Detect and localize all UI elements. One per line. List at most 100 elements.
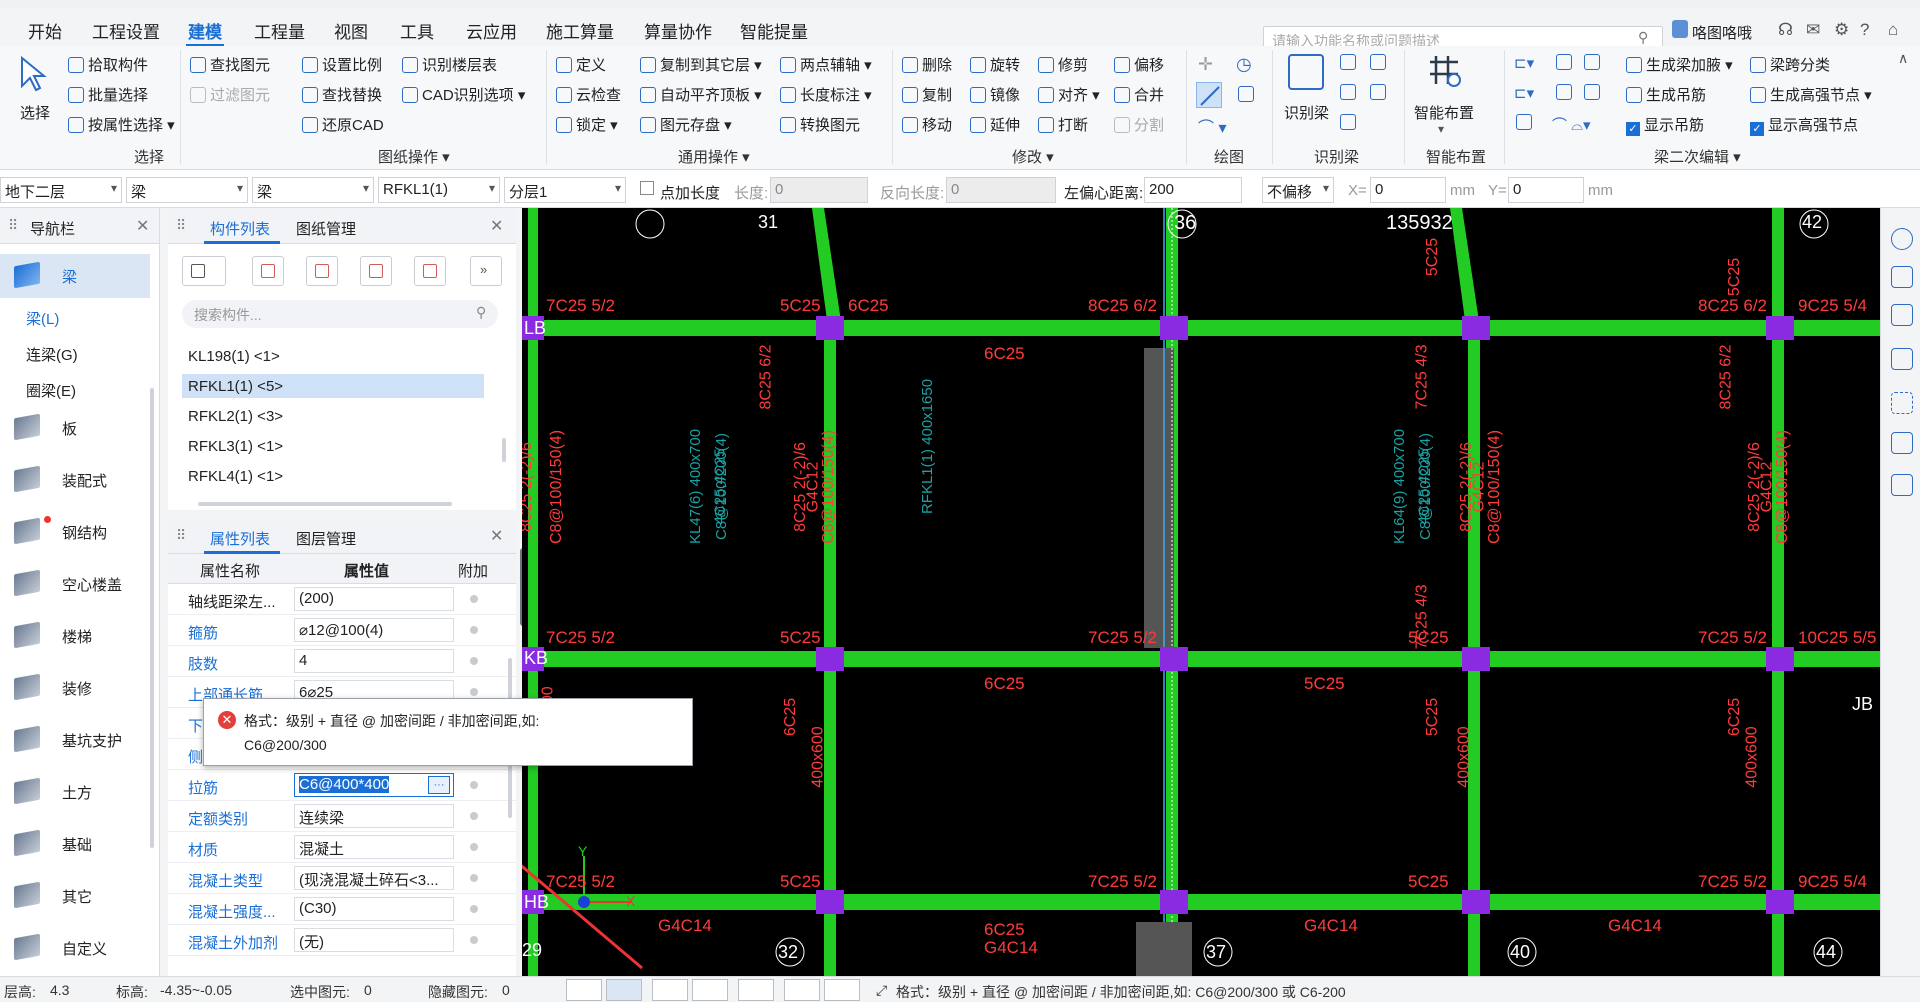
copy-component-button[interactable]	[252, 256, 284, 286]
extra-checkbox[interactable]	[470, 843, 478, 851]
beam-tool-icon[interactable]	[1584, 84, 1600, 100]
copy-button[interactable]: 复制	[902, 84, 952, 105]
menu-modeling[interactable]: 建模	[188, 18, 222, 43]
object-snap-button[interactable]	[606, 979, 642, 1001]
help-icon[interactable]: ?	[1860, 20, 1869, 40]
ortho-snap-button[interactable]	[566, 979, 602, 1001]
align-button[interactable]: 对齐 ▾	[1038, 84, 1100, 105]
smart-layout-button[interactable]: 智能布置	[1414, 102, 1474, 123]
extra-checkbox[interactable]	[470, 595, 478, 603]
nav-item-stairs[interactable]: 楼梯	[0, 614, 150, 658]
pick-component-button[interactable]: 拾取构件	[68, 54, 148, 75]
beam-tool-icon[interactable]: ⌒ ⌓▾	[1552, 114, 1591, 135]
arc-draw-icon[interactable]: ⌒ ▾	[1198, 114, 1226, 138]
cad-drawing[interactable]: Y X	[522, 208, 1880, 976]
convert-element-button[interactable]: 转换图元	[780, 114, 860, 135]
find-replace-button[interactable]: 查找替换	[302, 84, 382, 105]
headset-icon[interactable]: ☊	[1778, 20, 1793, 40]
delete-component-button[interactable]	[306, 256, 338, 286]
menu-construction[interactable]: 施工算量	[546, 18, 614, 43]
zoom-extents-icon[interactable]	[1891, 392, 1913, 414]
merge-button[interactable]: 合并	[1114, 84, 1164, 105]
collapse-ribbon-icon[interactable]: ∧	[1898, 50, 1908, 67]
new-component-button[interactable]	[182, 256, 226, 286]
beam-tool-icon[interactable]	[1584, 54, 1600, 70]
extra-checkbox[interactable]	[470, 812, 478, 820]
extra-checkbox[interactable]	[470, 874, 478, 882]
select-by-property-button[interactable]: 按属性选择 ▾	[68, 114, 175, 135]
tab-property-list[interactable]: 属性列表	[210, 528, 270, 549]
trim-button[interactable]: 修剪	[1038, 54, 1088, 75]
list-scrollbar[interactable]	[502, 438, 506, 462]
smart-layout-icon[interactable]	[1426, 52, 1462, 88]
cross-snap-button[interactable]	[652, 979, 688, 1001]
component-item-selected[interactable]: RFKL1(1) <5>	[188, 378, 283, 395]
type-select[interactable]: 梁	[252, 177, 374, 203]
x-input[interactable]: 0	[1370, 177, 1446, 203]
drag-handle-icon[interactable]: ⠿	[8, 217, 18, 234]
floor-select[interactable]: 地下二层	[0, 177, 122, 203]
identify-tool-icon[interactable]	[1340, 114, 1356, 130]
menu-quantities[interactable]: 工程量	[254, 18, 305, 43]
nav-item-earthwork[interactable]: 土方	[0, 770, 150, 814]
point-icon[interactable]: ✛	[1198, 54, 1213, 75]
beam-tool-icon[interactable]: ⊏▾	[1514, 84, 1534, 102]
component-select[interactable]: RFKL1(1)	[378, 177, 500, 203]
layer-copy-button[interactable]	[414, 256, 446, 286]
extra-checkbox[interactable]	[470, 688, 478, 696]
find-element-button[interactable]: 查找图元	[190, 54, 270, 75]
cloud-check-button[interactable]: 云检查	[556, 84, 621, 105]
cube-view-icon[interactable]	[1891, 348, 1913, 370]
span-classify-button[interactable]: 梁跨分类	[1750, 54, 1830, 75]
menu-start[interactable]: 开始	[28, 18, 62, 43]
line-draw-button[interactable]	[1196, 82, 1222, 108]
property-row[interactable]: 材质 混凝土	[168, 832, 516, 863]
more-button[interactable]: »	[470, 256, 502, 286]
nav-item-beam[interactable]: 梁	[0, 254, 150, 298]
drag-handle-icon[interactable]: ⠿	[176, 217, 186, 234]
set-scale-button[interactable]: 设置比例	[302, 54, 382, 75]
search-icon[interactable]: ⚲	[1638, 29, 1648, 46]
property-row[interactable]: 轴线距梁左... (200)	[168, 584, 516, 615]
nav-item-custom[interactable]: 自定义	[0, 926, 150, 970]
component-item[interactable]: KL198(1) <1>	[188, 348, 280, 365]
close-icon[interactable]: ✕	[490, 526, 503, 546]
category-select[interactable]: 梁	[126, 177, 248, 203]
nav-item-decoration[interactable]: 装修	[0, 666, 150, 710]
display-button[interactable]	[784, 979, 820, 1001]
menu-collab[interactable]: 算量协作	[644, 18, 712, 43]
shirt-icon[interactable]: ⌂	[1888, 20, 1898, 40]
offset-button[interactable]: 偏移	[1114, 54, 1164, 75]
extra-checkbox[interactable]	[470, 936, 478, 944]
extra-checkbox[interactable]	[470, 626, 478, 634]
duplicate-component-button[interactable]	[360, 256, 392, 286]
identify-tool-icon[interactable]	[1340, 84, 1356, 100]
drawing-canvas[interactable]: Y X 31 36 135932 42 29 32 37 40 44 LB KB…	[522, 208, 1880, 976]
box-select-view-icon[interactable]	[1891, 432, 1913, 454]
move-button[interactable]: 移动	[902, 114, 952, 135]
add-length-checkbox[interactable]	[640, 181, 654, 195]
menu-tools[interactable]: 工具	[400, 18, 434, 43]
define-button[interactable]: 定义	[556, 54, 606, 75]
nav-item-prefab[interactable]: 装配式	[0, 458, 150, 502]
nav-item-excavation-support[interactable]: 基坑支护	[0, 718, 150, 762]
extra-checkbox[interactable]	[470, 657, 478, 665]
tab-component-list[interactable]: 构件列表	[210, 218, 270, 239]
angle-icon[interactable]: ◷	[1236, 54, 1252, 75]
show-hanger-checkbox[interactable]: ✓ 显示吊筋	[1626, 114, 1704, 136]
break-button[interactable]: 打断	[1038, 114, 1088, 135]
dimension-snap-button[interactable]	[738, 979, 774, 1001]
auto-align-slab-button[interactable]: 自动平齐顶板 ▾	[640, 84, 762, 105]
tab-layer-manage[interactable]: 图层管理	[296, 528, 356, 549]
generate-haunch-button[interactable]: 生成梁加腋 ▾	[1626, 54, 1733, 75]
generate-hs-node-button[interactable]: 生成高强节点 ▾	[1750, 84, 1872, 105]
chevron-down-icon[interactable]: ▾	[1438, 122, 1444, 136]
select-arrow-icon[interactable]	[18, 55, 48, 92]
nav-item-foundation[interactable]: 基础	[0, 822, 150, 866]
component-search-input[interactable]: 搜索构件... ⚲	[182, 300, 498, 328]
identify-floor-table-button[interactable]: 识别楼层表	[402, 54, 497, 75]
layer-select[interactable]: 分层1	[504, 177, 626, 203]
delete-button[interactable]: 删除	[902, 54, 952, 75]
component-item[interactable]: RFKL4(1) <1>	[188, 468, 283, 485]
identify-beam-icon[interactable]	[1288, 54, 1324, 90]
